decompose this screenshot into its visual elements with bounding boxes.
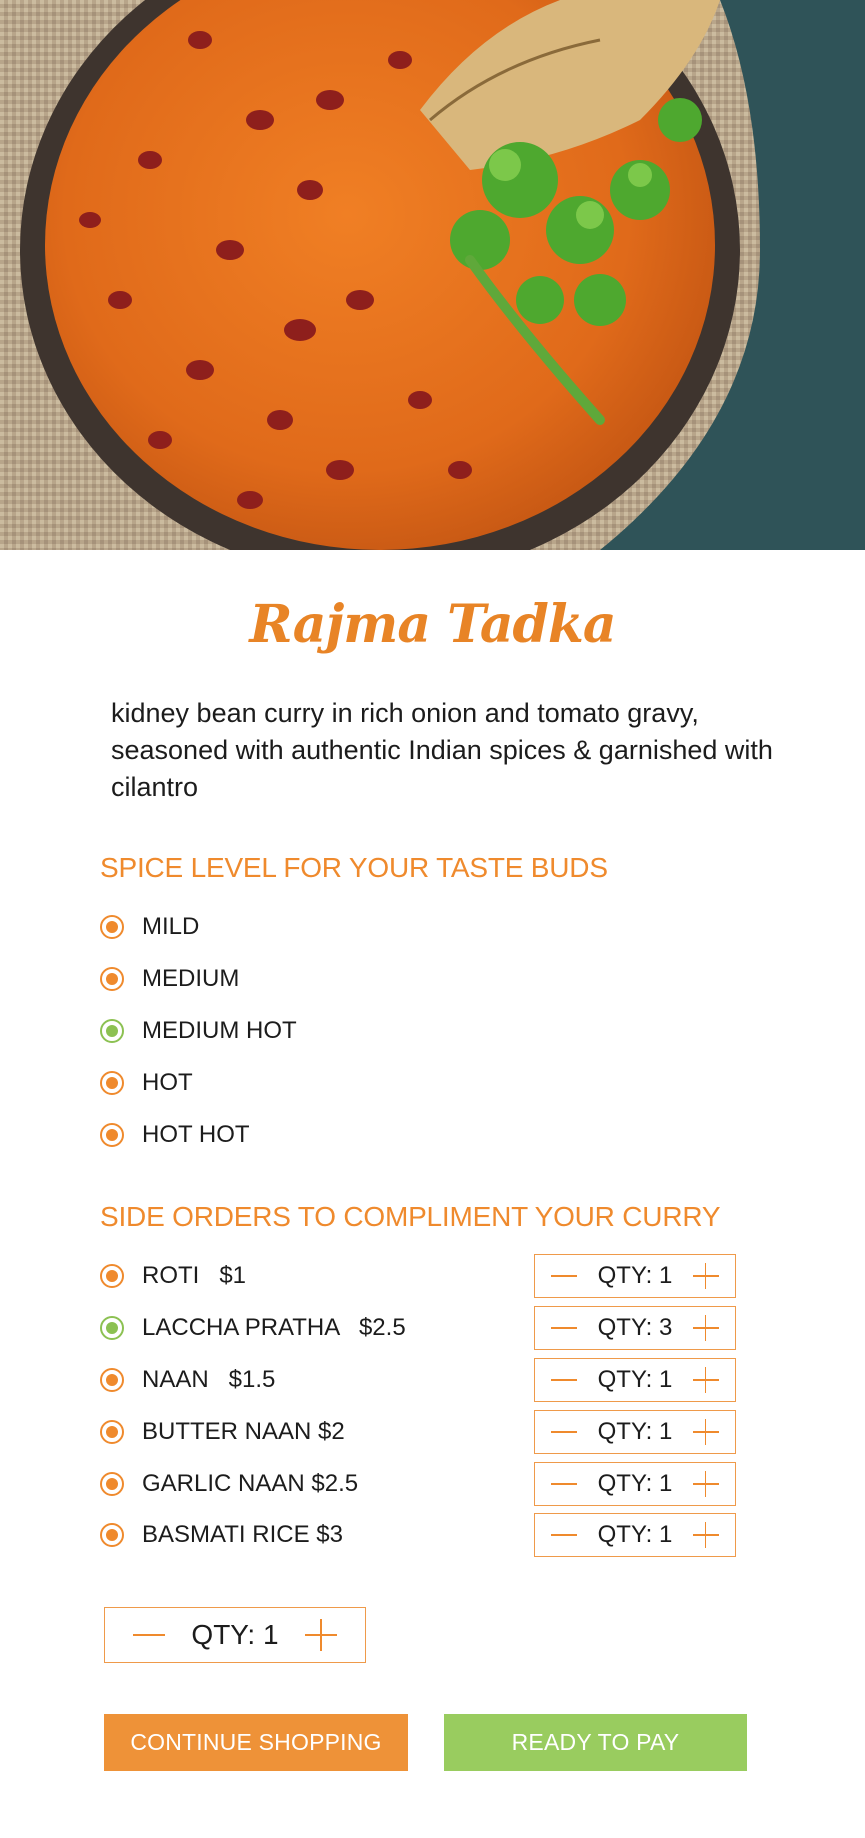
plus-icon[interactable] — [691, 1261, 721, 1291]
spice-option-medium[interactable]: MEDIUM — [100, 964, 239, 994]
minus-icon[interactable] — [549, 1365, 579, 1395]
spice-level-heading: SPICE LEVEL FOR YOUR TASTE BUDS — [100, 852, 608, 883]
side-orders-heading: SIDE ORDERS TO COMPLIMENT YOUR CURRY — [100, 1201, 721, 1232]
minus-icon[interactable] — [549, 1313, 579, 1343]
side-qty-stepper-naan: QTY: 1 — [534, 1358, 736, 1402]
side-option-roti[interactable]: ROTI $1 — [100, 1261, 246, 1291]
minus-icon[interactable] — [131, 1617, 167, 1653]
spice-option-label: MEDIUM HOT — [142, 1017, 297, 1044]
dish-qty-stepper: QTY: 1 — [104, 1607, 366, 1663]
side-option-naan[interactable]: NAAN $1.5 — [100, 1365, 275, 1395]
side-option-label: LACCHA PRATHA $2.5 — [142, 1314, 406, 1341]
radio-dot-icon[interactable] — [100, 1472, 124, 1496]
minus-icon[interactable] — [549, 1520, 579, 1550]
dish-title: Rajma Tadka — [249, 594, 616, 655]
radio-dot-icon[interactable] — [100, 915, 124, 939]
spice-option-mild[interactable]: MILD — [100, 912, 199, 942]
radio-dot-icon[interactable] — [100, 1523, 124, 1547]
spice-option-hot[interactable]: HOT — [100, 1068, 193, 1098]
spice-option-label: MILD — [142, 913, 200, 940]
plus-icon[interactable] — [691, 1520, 721, 1550]
dish-description: kidney bean curry in rich onion and toma… — [111, 698, 773, 802]
radio-dot-icon[interactable] — [100, 1019, 124, 1043]
radio-dot-icon[interactable] — [100, 967, 124, 991]
minus-icon[interactable] — [549, 1469, 579, 1499]
side-qty-stepper-laccha-pratha: QTY: 3 — [534, 1306, 736, 1350]
spice-option-medium-hot[interactable]: MEDIUM HOT — [100, 1016, 297, 1046]
side-option-label: BUTTER NAAN $2 — [142, 1418, 345, 1445]
side-option-label: BASMATI RICE $3 — [142, 1521, 343, 1548]
minus-icon[interactable] — [549, 1261, 579, 1291]
side-option-label: GARLIC NAAN $2.5 — [142, 1470, 359, 1497]
side-qty-stepper-basmati-rice: QTY: 1 — [534, 1513, 736, 1557]
qty-value: QTY: 1 — [597, 1366, 673, 1393]
radio-dot-icon[interactable] — [100, 1071, 124, 1095]
side-option-label: NAAN $1.5 — [142, 1366, 276, 1393]
qty-value: QTY: 1 — [597, 1521, 673, 1548]
dish-photo — [0, 0, 865, 550]
ready-to-pay-button[interactable]: READY TO PAY — [444, 1714, 747, 1771]
side-qty-stepper-butter-naan: QTY: 1 — [534, 1410, 736, 1454]
spice-option-label: MEDIUM — [142, 965, 240, 992]
side-option-garlic-naan[interactable]: GARLIC NAAN $2.5 — [100, 1469, 358, 1499]
radio-dot-icon[interactable] — [100, 1368, 124, 1392]
plus-icon[interactable] — [691, 1365, 721, 1395]
side-option-laccha-pratha[interactable]: LACCHA PRATHA $2.5 — [100, 1313, 406, 1343]
spice-option-hot-hot[interactable]: HOT HOT — [100, 1120, 250, 1150]
side-option-label: ROTI $1 — [142, 1262, 247, 1289]
side-option-butter-naan[interactable]: BUTTER NAAN $2 — [100, 1417, 345, 1447]
spice-option-label: HOT — [142, 1069, 193, 1096]
continue-shopping-button[interactable]: CONTINUE SHOPPING — [104, 1714, 408, 1771]
radio-dot-icon[interactable] — [100, 1264, 124, 1288]
side-qty-stepper-garlic-naan: QTY: 1 — [534, 1462, 736, 1506]
qty-value: QTY: 1 — [597, 1470, 673, 1497]
plus-icon[interactable] — [691, 1417, 721, 1447]
qty-value: QTY: 3 — [597, 1314, 673, 1341]
qty-value: QTY: 1 — [597, 1262, 673, 1289]
radio-dot-icon[interactable] — [100, 1420, 124, 1444]
spice-option-label: HOT HOT — [142, 1121, 250, 1148]
qty-value: QTY: 1 — [597, 1418, 673, 1445]
plus-icon[interactable] — [691, 1469, 721, 1499]
plus-icon[interactable] — [691, 1313, 721, 1343]
radio-dot-icon[interactable] — [100, 1123, 124, 1147]
plus-icon[interactable] — [303, 1617, 339, 1653]
side-option-basmati-rice[interactable]: BASMATI RICE $3 — [100, 1520, 343, 1550]
minus-icon[interactable] — [549, 1417, 579, 1447]
side-qty-stepper-roti: QTY: 1 — [534, 1254, 736, 1298]
qty-value: QTY: 1 — [191, 1619, 279, 1650]
radio-dot-icon[interactable] — [100, 1316, 124, 1340]
